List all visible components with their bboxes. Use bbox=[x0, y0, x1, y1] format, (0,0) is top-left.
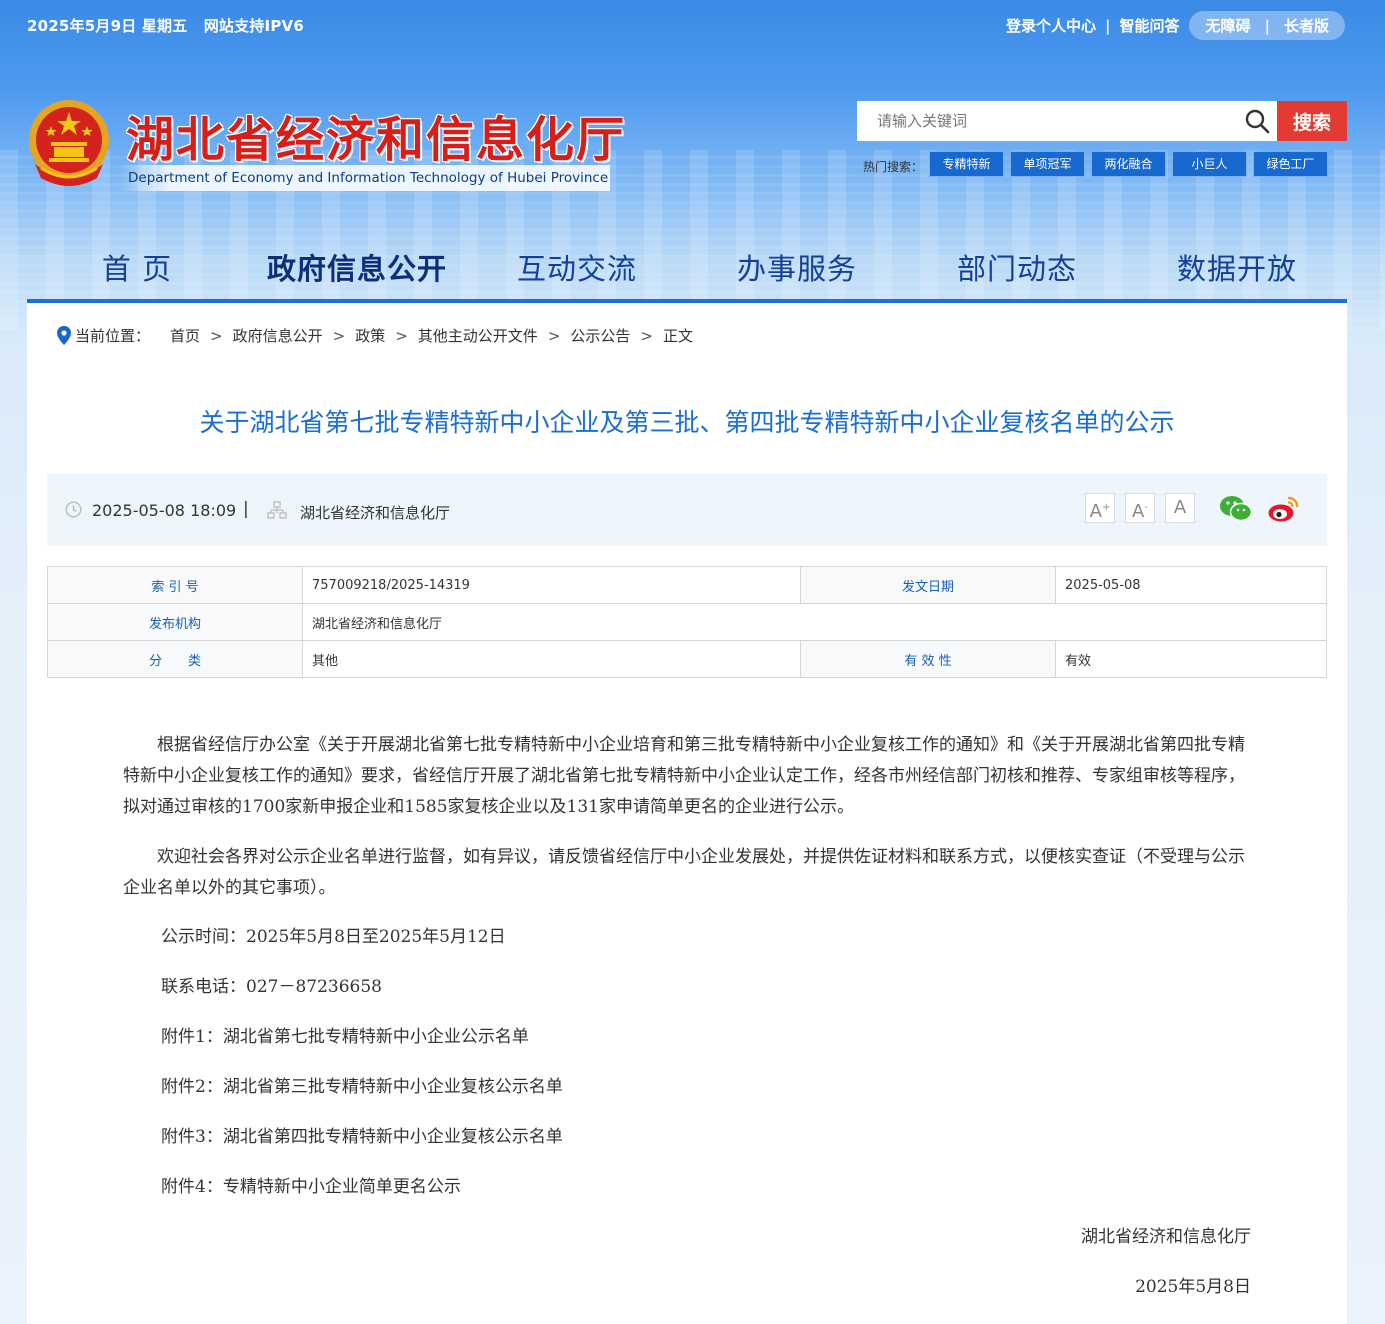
table-row: 分 类 其他 有 效 性 有效 bbox=[47, 640, 1327, 678]
hot-tag[interactable]: 两化融合 bbox=[1091, 151, 1166, 177]
validity-label: 有 效 性 bbox=[800, 640, 1056, 678]
document-info-table: 索 引 号 757009218/2025-14319 发文日期 2025-05-… bbox=[47, 566, 1327, 678]
body-paragraph: 根据省经信厅办公室《关于开展湖北省第七批专精特新中小企业培育和第三批专精特新中小… bbox=[123, 735, 1245, 817]
breadcrumb-home[interactable]: 首页 bbox=[170, 325, 200, 346]
wechat-share-icon[interactable] bbox=[1219, 494, 1253, 524]
search-button[interactable]: 搜索 bbox=[1277, 101, 1347, 141]
nav-news[interactable]: 部门动态 bbox=[907, 240, 1127, 302]
breadcrumb-separator: > bbox=[547, 326, 561, 345]
index-value: 757009218/2025-14319 bbox=[302, 566, 801, 604]
site-title: 湖北省经济和信息化厅 bbox=[126, 112, 627, 168]
ai-qa-link[interactable]: 智能问答 bbox=[1119, 15, 1179, 36]
nav-open-data[interactable]: 数据开放 bbox=[1127, 240, 1347, 302]
nav-interaction[interactable]: 互动交流 bbox=[467, 240, 687, 302]
nav-services[interactable]: 办事服务 bbox=[687, 240, 907, 302]
clock-icon bbox=[65, 501, 82, 518]
breadcrumb-separator: > bbox=[395, 326, 408, 345]
divider: | bbox=[1264, 16, 1270, 35]
category-label: 分 类 bbox=[47, 640, 303, 678]
font-button-label: A bbox=[1173, 497, 1187, 518]
site-subtitle: Department of Economy and Information Te… bbox=[120, 165, 610, 191]
breadcrumb-current: 正文 bbox=[662, 327, 693, 345]
publisher-value: 湖北省经济和信息化厅 bbox=[302, 603, 1327, 641]
hot-tag[interactable]: 单项冠军 bbox=[1010, 151, 1085, 177]
login-link[interactable]: 登录个人中心 bbox=[1006, 15, 1096, 36]
breadcrumb-separator: > bbox=[332, 326, 346, 345]
breadcrumb-other-files[interactable]: 其他主动公开文件 bbox=[418, 325, 538, 346]
hot-tag[interactable]: 小巨人 bbox=[1172, 151, 1247, 177]
organization-icon bbox=[267, 501, 287, 519]
font-increase-button[interactable]: A+ bbox=[1085, 493, 1115, 523]
table-row: 索 引 号 757009218/2025-14319 发文日期 2025-05-… bbox=[47, 566, 1327, 604]
article-meta-bar: 2025-05-08 18:09 | 湖北省经济和信息化厅 A+ A- A bbox=[47, 474, 1327, 546]
current-date: 2025年5月9日 星期五 bbox=[27, 17, 188, 35]
font-reset-button[interactable]: A bbox=[1165, 493, 1195, 523]
font-button-label: A bbox=[1089, 501, 1102, 522]
article-title: 关于湖北省第七批专精特新中小企业及第三批、第四批专精特新中小企业复核名单的公示 bbox=[199, 408, 1175, 437]
breadcrumb-notices[interactable]: 公示公告 bbox=[570, 325, 630, 346]
issue-date-label: 发文日期 bbox=[800, 566, 1056, 604]
ipv6-note: 网站支持IPV6 bbox=[203, 17, 304, 35]
publish-datetime: 2025-05-08 18:09 bbox=[92, 501, 237, 520]
category-value: 其他 bbox=[302, 640, 801, 678]
nav-gov-info[interactable]: 政府信息公开 bbox=[247, 240, 467, 302]
hot-tag[interactable]: 绿色工厂 bbox=[1253, 151, 1328, 177]
weibo-share-icon[interactable] bbox=[1267, 494, 1301, 524]
signature: 湖北省经济和信息化厅 bbox=[1081, 1227, 1251, 1247]
search-input[interactable] bbox=[857, 101, 1237, 141]
index-label: 索 引 号 bbox=[47, 566, 303, 604]
publisher-label: 发布机构 bbox=[47, 603, 303, 641]
font-decrease-button[interactable]: A- bbox=[1125, 493, 1155, 523]
attachment-link[interactable]: 附件1：湖北省第七批专精特新中小企业公示名单 bbox=[161, 1022, 529, 1053]
contact-phone: 联系电话：027－87236658 bbox=[161, 977, 382, 997]
article-body: 根据省经信厅办公室《关于开展湖北省第七批专精特新中小企业培育和第三批专精特新中小… bbox=[123, 730, 1253, 1197]
location-pin-icon bbox=[57, 326, 71, 345]
divider: | bbox=[1104, 16, 1111, 35]
publisher: 湖北省经济和信息化厅 bbox=[300, 504, 451, 522]
breadcrumb-separator: > bbox=[210, 326, 223, 345]
breadcrumb: 当前位置： 首页 > 政府信息公开 > 政策 > 其他主动公开文件 > 公示公告… bbox=[57, 325, 693, 346]
accessibility-pill: 无障碍 | 长者版 bbox=[1189, 11, 1345, 40]
search-icon[interactable] bbox=[1237, 101, 1277, 141]
divider: | bbox=[243, 499, 249, 519]
search-box bbox=[857, 101, 1277, 141]
nav-home[interactable]: 首 页 bbox=[27, 240, 247, 302]
hot-search-label: 热门搜索： bbox=[863, 160, 924, 174]
signature-date: 2025年5月8日 bbox=[1135, 1277, 1251, 1297]
main-nav: 首 页 政府信息公开 互动交流 办事服务 部门动态 数据开放 bbox=[27, 240, 1347, 302]
issue-date-value: 2025-05-08 bbox=[1055, 566, 1327, 604]
breadcrumb-separator: > bbox=[640, 326, 653, 345]
breadcrumb-label: 当前位置： bbox=[75, 327, 151, 345]
table-row: 发布机构 湖北省经济和信息化厅 bbox=[47, 603, 1327, 641]
validity-value: 有效 bbox=[1055, 640, 1327, 678]
national-emblem-icon bbox=[29, 100, 109, 186]
content-panel: 当前位置： 首页 > 政府信息公开 > 政策 > 其他主动公开文件 > 公示公告… bbox=[27, 303, 1347, 1324]
elder-mode-link[interactable]: 长者版 bbox=[1284, 15, 1329, 36]
accessibility-link[interactable]: 无障碍 bbox=[1205, 15, 1250, 36]
body-paragraph: 欢迎社会各界对公示企业名单进行监督，如有异议，请反馈省经信厅中小企业发展处，并提… bbox=[123, 847, 1245, 898]
attachment-link[interactable]: 附件4：专精特新中小企业简单更名公示 bbox=[161, 1172, 461, 1203]
notice-period: 公示时间：2025年5月8日至2025年5月12日 bbox=[161, 927, 506, 947]
breadcrumb-gov-info[interactable]: 政府信息公开 bbox=[233, 325, 323, 346]
hot-search-tags: 专精特新 单项冠军 两化融合 小巨人 绿色工厂 bbox=[929, 151, 1334, 177]
font-button-label: A bbox=[1132, 501, 1145, 522]
top-links: 登录个人中心 | 智能问答 无障碍 | 长者版 bbox=[1006, 11, 1345, 40]
attachment-link[interactable]: 附件3：湖北省第四批专精特新中小企业复核公示名单 bbox=[161, 1122, 563, 1153]
attachment-link[interactable]: 附件2：湖北省第三批专精特新中小企业复核公示名单 bbox=[161, 1072, 563, 1103]
top-date: 2025年5月9日 星期五 网站支持IPV6 bbox=[27, 15, 304, 36]
hot-tag[interactable]: 专精特新 bbox=[929, 151, 1004, 177]
breadcrumb-policy[interactable]: 政策 bbox=[355, 325, 385, 346]
